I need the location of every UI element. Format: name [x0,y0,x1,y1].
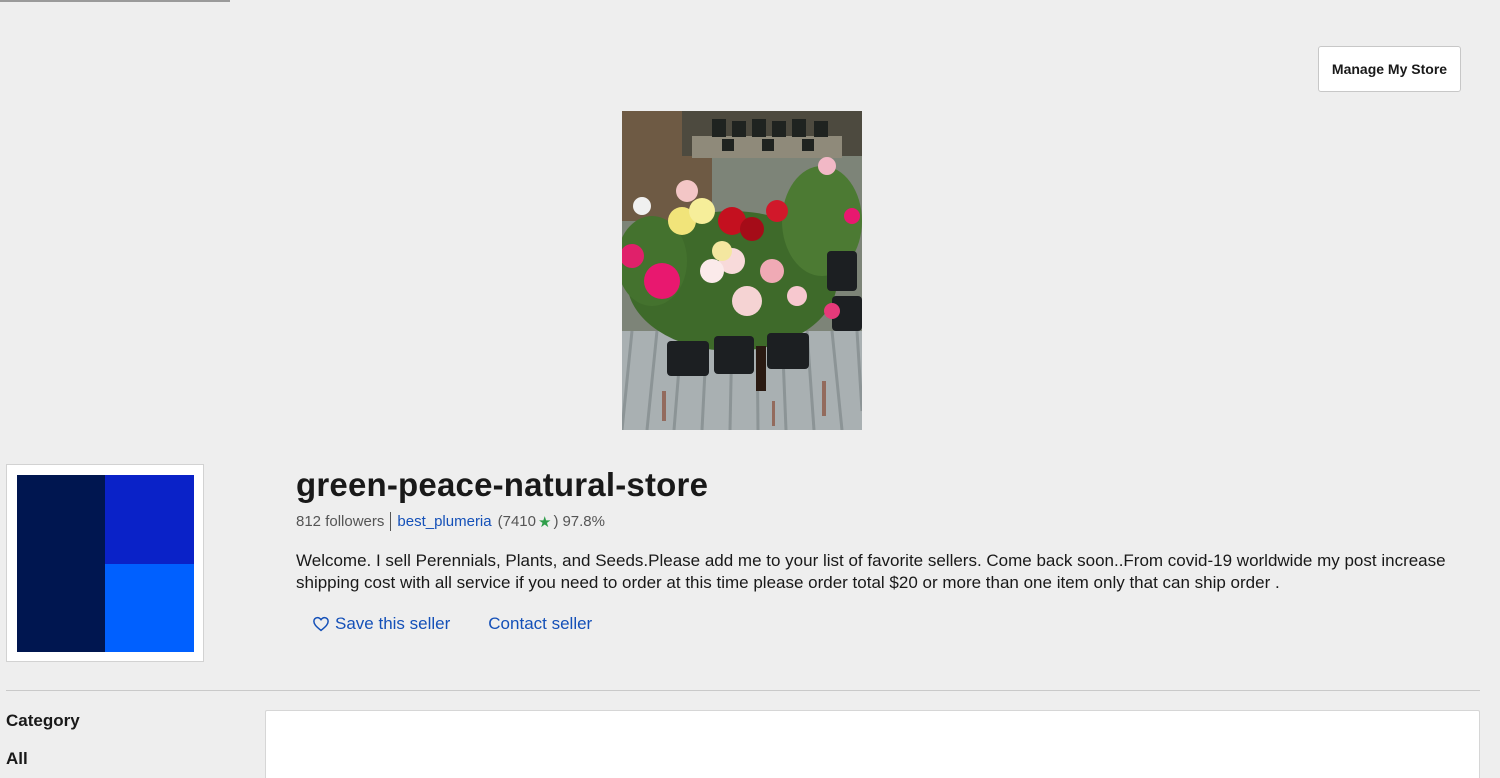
seller-username-link[interactable]: best_plumeria [397,513,491,530]
save-seller-label: Save this seller [335,614,451,633]
category-item-all[interactable]: All [6,749,28,769]
store-name: green-peace-natural-store [296,466,709,503]
manage-my-store-button[interactable]: Manage My Store [1318,46,1461,92]
section-divider [6,690,1480,691]
contact-seller-link[interactable]: Contact seller [488,614,592,634]
feedback-score: (7410 [497,513,536,530]
store-description: Welcome. I sell Perennials, Plants, and … [296,551,1446,592]
heart-outline-icon [313,616,329,632]
store-banner-image [622,111,862,430]
followers-count: 812 followers [296,513,385,530]
contact-seller-label: Contact seller [488,614,593,633]
save-seller-button[interactable]: Save this seller [312,614,450,634]
category-heading: Category [6,711,80,730]
positive-feedback-percent: 97.8% [562,513,605,530]
logo-block-dark [17,475,105,652]
store-logo [6,464,204,662]
seller-actions: Save this seller Contact seller [312,614,592,634]
logo-block-bright [105,564,194,652]
seller-meta: 812 followers best_plumeria (7410 ★ ) 97… [296,512,605,531]
star-icon: ★ [537,513,552,531]
feedback-close: ) [553,513,559,530]
breadcrumb-remnant [0,0,260,4]
meta-divider [390,512,392,531]
logo-block-mid [105,475,194,564]
listings-panel [265,710,1480,778]
